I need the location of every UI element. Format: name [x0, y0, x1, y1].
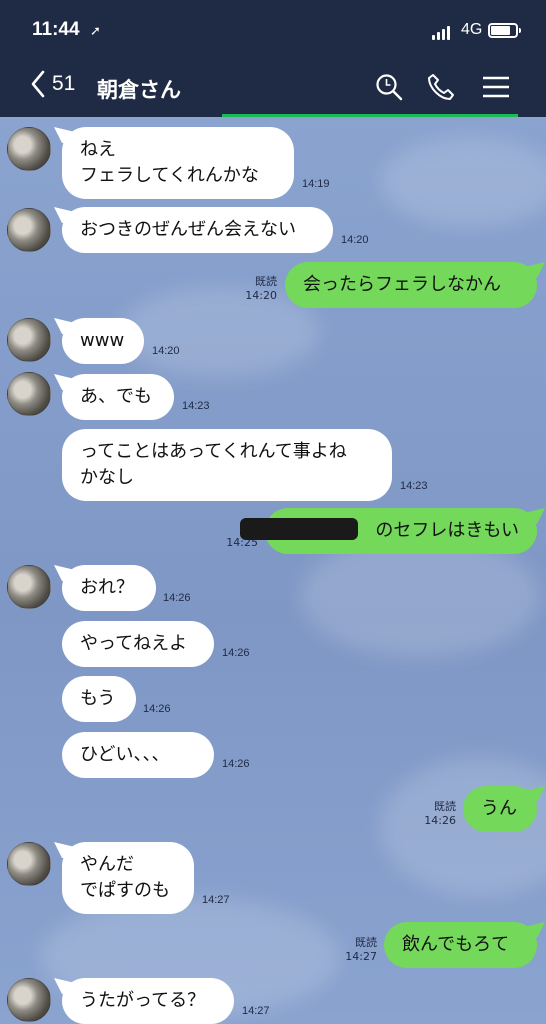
- read-receipt: 既読 14:26: [416, 800, 456, 828]
- message-text: あ、でも: [80, 386, 152, 407]
- back-button[interactable]: 51: [30, 70, 75, 98]
- message-text: ねえ: [80, 139, 116, 160]
- message-text: ひどい、、、: [80, 744, 170, 765]
- message-time: 14:27: [242, 1005, 270, 1017]
- message-bubble-incoming[interactable]: ひどい、、、: [62, 732, 214, 778]
- message-bubble-incoming[interactable]: やんだ でぱすのも: [62, 842, 194, 914]
- menu-icon[interactable]: [481, 72, 511, 102]
- message-time: 14:20: [152, 345, 180, 357]
- message-bubble-incoming[interactable]: あ、でも: [62, 374, 174, 420]
- top-bar: 11:44 ➚ 4G 51 朝倉さん: [0, 0, 546, 117]
- location-arrow-icon: ➚: [90, 24, 101, 39]
- message-time: 14:26: [143, 703, 171, 715]
- message-bubble-incoming[interactable]: ねえ フェラしてくれんかな: [62, 127, 294, 199]
- chat-title: 朝倉さん: [97, 78, 181, 102]
- message-time: 14:20: [245, 289, 277, 302]
- cellular-signal-icon: [432, 26, 450, 40]
- message-time: 14:26: [222, 758, 250, 770]
- message-text: やんだ: [80, 854, 134, 875]
- unread-count: 51: [52, 72, 76, 95]
- message-text: フェラしてくれんかな: [80, 165, 259, 186]
- avatar[interactable]: [7, 318, 51, 362]
- search-icon[interactable]: [374, 72, 404, 102]
- avatar[interactable]: [7, 127, 51, 171]
- message-text: うん: [481, 798, 517, 819]
- message-text: でぱすのも: [80, 880, 170, 901]
- network-type: 4G: [461, 21, 483, 38]
- avatar[interactable]: [7, 208, 51, 252]
- message-text: おつきのぜんぜん会えない: [80, 219, 296, 240]
- message-text: 飲んでもろて: [402, 934, 510, 955]
- message-bubble-incoming[interactable]: もう: [62, 676, 136, 722]
- read-receipt: 既読 14:27: [337, 936, 377, 964]
- phone-icon[interactable]: [426, 72, 456, 102]
- message-time: 14:23: [182, 400, 210, 412]
- message-bubble-outgoing[interactable]: 会ったらフェラしなかん: [285, 262, 537, 308]
- message-text: うたがってる？: [80, 990, 206, 1011]
- redaction-bar: [240, 518, 358, 540]
- message-text: www: [80, 330, 125, 351]
- message-text: おれ？: [80, 577, 134, 598]
- message-bubble-outgoing[interactable]: 飲んでもろて: [384, 922, 537, 968]
- message-bubble-incoming[interactable]: うたがってる？: [62, 978, 234, 1024]
- message-bubble-incoming[interactable]: おつきのぜんぜん会えない: [62, 207, 333, 253]
- status-time: 11:44: [32, 19, 80, 40]
- message-bubble-incoming[interactable]: おれ？: [62, 565, 156, 611]
- read-receipt: 既読 14:20: [237, 275, 277, 303]
- avatar[interactable]: [7, 842, 51, 886]
- message-time: 14:27: [345, 950, 377, 963]
- message-time: 14:26: [424, 814, 456, 827]
- avatar[interactable]: [7, 565, 51, 609]
- message-bubble-incoming[interactable]: ってことはあってくれんて事よね かなし: [62, 429, 392, 501]
- message-bubble-incoming[interactable]: やってねえよ: [62, 621, 214, 667]
- message-text: のセフレはきもい: [375, 520, 519, 541]
- message-time: 14:26: [163, 592, 191, 604]
- message-time: 14:20: [341, 234, 369, 246]
- message-text: もう: [80, 688, 116, 709]
- message-time: 14:26: [222, 647, 250, 659]
- message-time: 14:19: [302, 178, 330, 190]
- message-text: やってねえよ: [80, 633, 188, 654]
- message-bubble-outgoing[interactable]: うん: [463, 786, 537, 832]
- battery-icon: [488, 23, 521, 38]
- message-time: 14:27: [202, 894, 230, 906]
- message-time: 14:23: [400, 480, 428, 492]
- avatar[interactable]: [7, 372, 51, 416]
- message-text: 会ったらフェラしなかん: [303, 274, 501, 295]
- message-text: ってことはあってくれんて事よね: [80, 441, 347, 462]
- message-bubble-incoming[interactable]: www: [62, 318, 144, 364]
- message-text: かなし: [80, 467, 134, 488]
- chevron-left-icon: [31, 70, 45, 98]
- avatar[interactable]: [7, 978, 51, 1022]
